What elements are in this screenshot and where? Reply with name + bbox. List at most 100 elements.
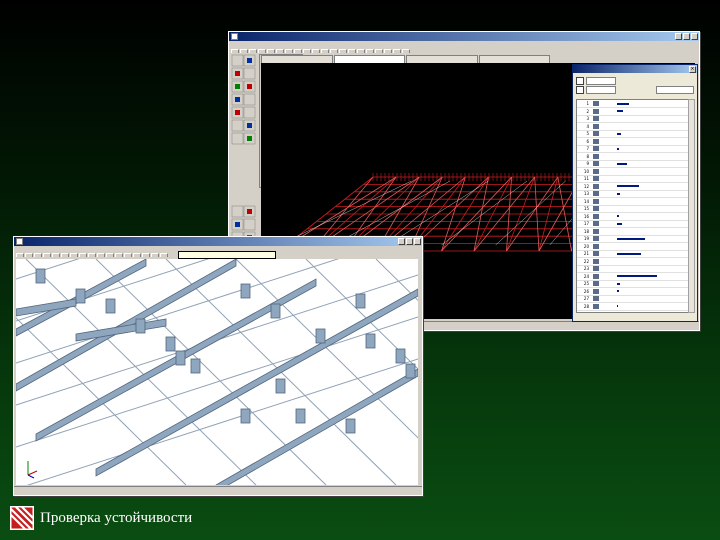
- toolbar-button[interactable]: [312, 49, 320, 53]
- section-icon: [593, 101, 599, 107]
- row-number: 9: [586, 161, 589, 167]
- dialog-titlebar: ×: [573, 65, 697, 73]
- view-tab-active[interactable]: [333, 55, 405, 63]
- toolbar-button[interactable]: [52, 253, 60, 257]
- section-icon: [593, 273, 599, 279]
- toolbar-button[interactable]: [160, 253, 168, 257]
- toolbar-button[interactable]: [258, 49, 266, 53]
- toolbar-button[interactable]: [249, 49, 257, 53]
- toolbar-button[interactable]: [357, 49, 365, 53]
- view-tab[interactable]: [478, 55, 550, 63]
- column: [275, 378, 286, 394]
- toolbar-button[interactable]: [375, 49, 383, 53]
- toolbar-button[interactable]: [97, 253, 105, 257]
- toolbar-button[interactable]: [276, 49, 284, 53]
- dialog-options: [576, 75, 694, 95]
- option-field[interactable]: [586, 77, 616, 85]
- section-icon: [593, 228, 599, 234]
- result-bar: [617, 215, 619, 218]
- toolbar-button[interactable]: [115, 253, 123, 257]
- toolbar-button[interactable]: [366, 49, 374, 53]
- result-bar: [617, 147, 619, 150]
- toolbar-button[interactable]: [339, 49, 347, 53]
- beam: [16, 259, 237, 392]
- toolbar-button[interactable]: [321, 49, 329, 53]
- dialog-scrollbar[interactable]: [688, 99, 695, 313]
- steel-frame-3d-view: [16, 259, 418, 485]
- column: [240, 408, 251, 424]
- table-row[interactable]: 28: [577, 303, 689, 311]
- toolbar-button[interactable]: [151, 253, 159, 257]
- row-number: 15: [583, 206, 589, 212]
- minimize-icon[interactable]: [398, 238, 405, 245]
- toolbar-button[interactable]: [43, 253, 51, 257]
- toolbar-button[interactable]: [267, 49, 275, 53]
- toolbar-button[interactable]: [384, 49, 392, 53]
- back-left-palette: [231, 54, 257, 254]
- toolbar-button[interactable]: [16, 253, 24, 257]
- close-icon[interactable]: [414, 238, 421, 245]
- section-icon: [593, 221, 599, 227]
- column: [105, 298, 116, 314]
- view-tab[interactable]: [261, 55, 333, 63]
- toolbar-button[interactable]: [348, 49, 356, 53]
- toolbar-button[interactable]: [34, 253, 42, 257]
- column: [365, 333, 376, 349]
- row-number: 5: [586, 131, 589, 137]
- toolbar-button[interactable]: [61, 253, 69, 257]
- close-icon[interactable]: [691, 33, 698, 40]
- column: [165, 336, 176, 352]
- section-icon: [593, 191, 599, 197]
- front-model-viewport[interactable]: [16, 259, 418, 485]
- result-bar: [617, 275, 657, 278]
- result-bar: [617, 237, 645, 240]
- toolbar-button[interactable]: [70, 253, 78, 257]
- toolbar-button[interactable]: [285, 49, 293, 53]
- toolbar-button[interactable]: [25, 253, 33, 257]
- option-field[interactable]: [586, 86, 616, 94]
- option-checkbox[interactable]: [576, 77, 584, 85]
- row-number: 1: [586, 101, 589, 107]
- toolbar-button[interactable]: [393, 49, 401, 53]
- minimize-icon[interactable]: [675, 33, 682, 40]
- close-icon[interactable]: ×: [689, 66, 696, 73]
- section-icon: [593, 183, 599, 189]
- row-number: 24: [583, 273, 589, 279]
- section-icon: [593, 131, 599, 137]
- toolbar-button[interactable]: [294, 49, 302, 53]
- toolbar-button[interactable]: [231, 49, 239, 53]
- toolbar-button[interactable]: [142, 253, 150, 257]
- toolbar-button[interactable]: [106, 253, 114, 257]
- result-bar: [617, 282, 620, 285]
- result-bar: [617, 162, 627, 165]
- section-icon: [593, 138, 599, 144]
- maximize-icon[interactable]: [683, 33, 690, 40]
- toolbar-button[interactable]: [240, 49, 248, 53]
- palette-icons: [231, 54, 256, 244]
- row-number: 18: [583, 228, 589, 234]
- result-bar: [617, 110, 623, 113]
- view-tab[interactable]: [406, 55, 478, 63]
- back-top-toolbar: [231, 43, 697, 53]
- row-number: 19: [583, 236, 589, 242]
- section-icon: [593, 168, 599, 174]
- row-number: 8: [586, 153, 589, 159]
- toolbar-button[interactable]: [124, 253, 132, 257]
- toolbar-button[interactable]: [330, 49, 338, 53]
- section-icon: [593, 251, 599, 257]
- toolbar-button[interactable]: [79, 253, 87, 257]
- toolbar-button[interactable]: [133, 253, 141, 257]
- section-icon: [593, 206, 599, 212]
- section-icon: [593, 296, 599, 302]
- dropdown-select[interactable]: [656, 86, 694, 94]
- toolbar-button[interactable]: [88, 253, 96, 257]
- toolbar-button[interactable]: [402, 49, 410, 53]
- row-number: 16: [583, 213, 589, 219]
- results-table: 1 2 3 4 5 6 7 8 9 10 11 12 13 14 15 16 17 18 19 20 21 22 23 24 2…: [576, 99, 690, 313]
- option-checkbox[interactable]: [576, 86, 584, 94]
- toolbar-button[interactable]: [303, 49, 311, 53]
- column: [315, 328, 326, 344]
- front-window-titlebar: [14, 237, 422, 246]
- app-icon: [231, 33, 238, 40]
- maximize-icon[interactable]: [406, 238, 413, 245]
